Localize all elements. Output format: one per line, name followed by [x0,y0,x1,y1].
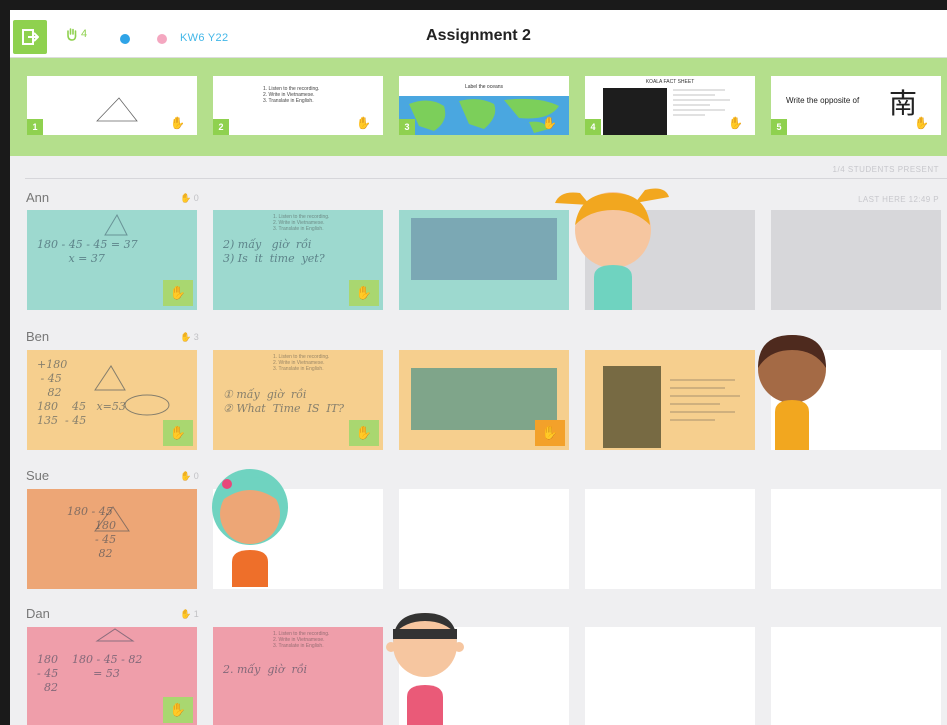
hand-icon: ✋ [542,116,557,130]
slide-number: 3 [399,119,415,135]
work-cell[interactable] [399,210,569,310]
student-handwriting: ① mấy giờ rồi ② What Time IS IT? [223,388,344,415]
student-handwriting: 180 - 45 180 - 45 82 [67,505,117,560]
slide-number: 1 [27,119,43,135]
slide-thumbnail-5[interactable]: Write the opposite of 南 5 ✋ [771,76,941,135]
hand-icon: ✋ [356,116,371,130]
slide-strip: 1 ✋ 1. Listen to the recording. 2. Write… [10,58,947,156]
divider [25,178,947,179]
dan-avatar [386,613,464,725]
top-bar: 4 KW6 Y22 Assignment 2 [10,10,947,58]
hand-icon: ✋ [349,280,379,306]
slide-thumbnail-3[interactable]: Label the oceans 3 ✋ [399,76,569,135]
teacher-dashboard: 4 KW6 Y22 Assignment 2 1 ✋ 1. Listen to … [10,10,947,725]
world-map-image [411,218,557,280]
work-cell-empty[interactable] [399,489,569,589]
slide-prompt: Write the opposite of [786,96,860,105]
slide-caption: Label the oceans [464,84,504,90]
sue-avatar [212,469,288,587]
work-cell[interactable]: 180 180 - 45 - 82 - 45 = 53 82 ✋ [27,627,197,725]
slide-number: 2 [213,119,229,135]
slide-number: 4 [585,119,601,135]
work-cell-empty[interactable] [771,627,941,725]
worksheet-text: 1. Listen to the recording. 2. Write in … [273,631,330,649]
students-present-count: 1/4 STUDENTS PRESENT [832,165,939,174]
student-handwriting: 2) mấy giờ rồi 3) Is it time yet? [223,238,325,265]
hand-icon: ✋ [163,280,193,306]
student-name-ann[interactable]: Ann [26,190,49,205]
slide-number: 5 [771,119,787,135]
slide-thumbnail-2[interactable]: 1. Listen to the recording. 2. Write in … [213,76,383,135]
slide-thumbnail-1[interactable]: 1 ✋ [27,76,197,135]
student-hand-count: ✋ 1 [180,609,199,619]
student-handwriting: 2. mấy giờ rồi [223,663,308,676]
student-hand-count: ✋ 3 [180,332,199,342]
student-handwriting: 180 - 45 - 45 = 37 x = 37 [37,238,138,265]
student-hand-count: ✋ 0 [180,193,199,203]
work-cell[interactable]: +180 - 45 82 180 45 x=53 135 - 45 ✋ [27,350,197,450]
student-name-ben[interactable]: Ben [26,329,49,344]
student-name-sue[interactable]: Sue [26,468,49,483]
work-cell[interactable]: 1. Listen to the recording. 2. Write in … [213,350,383,450]
hand-icon: ✋ [163,420,193,446]
work-cell[interactable]: ✋ [399,350,569,450]
work-cell-empty[interactable] [585,489,755,589]
work-cell[interactable]: 180 - 45 - 45 = 37 x = 37 ✋ [27,210,197,310]
slide-instructions: 1. Listen to the recording. 2. Write in … [263,86,320,104]
student-name-dan[interactable]: Dan [26,606,50,621]
student-handwriting: 180 180 - 45 - 82 - 45 = 53 82 [37,653,143,694]
work-cell-empty[interactable] [771,210,941,310]
hand-icon: ✋ [170,116,185,130]
work-cell[interactable]: 1. Listen to the recording. 2. Write in … [213,627,383,725]
work-cell[interactable]: 180 - 45 180 - 45 82 [27,489,197,589]
work-cell[interactable] [585,350,755,450]
student-handwriting: +180 - 45 82 180 45 x=53 135 - 45 [37,358,126,427]
hand-icon: ✋ [163,697,193,723]
ann-avatar [555,188,669,310]
hand-icon: ✋ [349,420,379,446]
last-here-label: LAST HERE 12:49 P [858,195,939,204]
worksheet-text: 1. Listen to the recording. 2. Write in … [273,214,330,232]
page-title: Assignment 2 [426,27,531,44]
work-cell-empty[interactable] [771,489,941,589]
work-cell[interactable]: 1. Listen to the recording. 2. Write in … [213,210,383,310]
work-cell-empty[interactable] [585,627,755,725]
hand-icon: ✋ [728,116,743,130]
hand-icon: ✋ [535,420,565,446]
ben-avatar [758,335,826,450]
hand-icon: ✋ [914,116,929,130]
chinese-character: 南 [889,87,918,120]
slide-thumbnail-4[interactable]: KOALA FACT SHEET 4 ✋ [585,76,755,135]
worksheet-text: 1. Listen to the recording. 2. Write in … [273,354,330,372]
student-hand-count: ✋ 0 [180,471,199,481]
